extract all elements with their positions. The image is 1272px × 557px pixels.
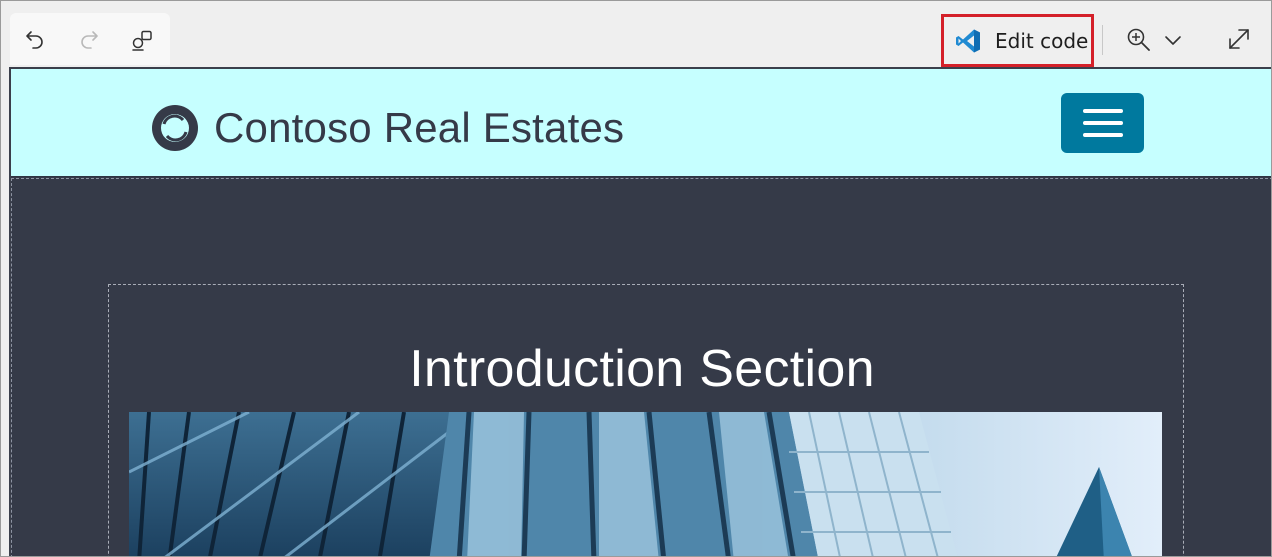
zoom-button[interactable] — [1125, 23, 1189, 57]
edit-code-button[interactable]: Edit code — [941, 14, 1094, 67]
building-facade-photo — [129, 412, 1162, 556]
toolbar-history-group — [10, 13, 170, 65]
intro-heading: Introduction Section — [409, 340, 875, 398]
editor-window: Edit code Contoso Real Estates Introduct… — [0, 0, 1272, 557]
preview-toolbar: Edit code — [1, 1, 1271, 67]
undo-button[interactable] — [18, 25, 52, 55]
site-title[interactable]: Contoso Real Estates — [214, 104, 624, 152]
expand-button[interactable] — [1223, 23, 1255, 55]
vscode-icon — [956, 29, 980, 52]
expand-icon — [1229, 29, 1249, 49]
ring-logo-icon — [152, 105, 198, 151]
undo-icon — [26, 31, 43, 49]
shapes-icon — [132, 30, 152, 51]
redo-button[interactable] — [72, 25, 106, 55]
shapes-button[interactable] — [126, 25, 160, 55]
hamburger-line — [1082, 133, 1123, 137]
zoom-in-icon — [1127, 28, 1150, 51]
site-header: Contoso Real Estates — [11, 69, 1271, 177]
toolbar-divider — [1102, 25, 1103, 55]
hamburger-line — [1082, 121, 1123, 125]
chevron-down-icon[interactable] — [1163, 30, 1183, 50]
page-preview: Contoso Real Estates Introduction Sectio… — [9, 67, 1271, 556]
edit-code-label: Edit code — [995, 28, 1089, 53]
redo-icon — [81, 31, 98, 49]
hamburger-line — [1082, 109, 1123, 113]
hamburger-menu-button[interactable] — [1061, 93, 1144, 153]
